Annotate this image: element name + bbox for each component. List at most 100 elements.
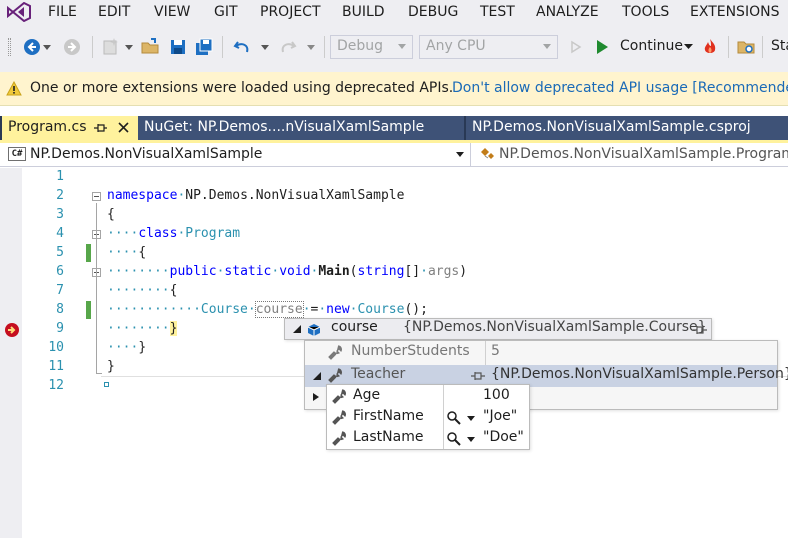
continue-label: Continue xyxy=(620,38,683,54)
whitespace-dot: · xyxy=(318,302,327,317)
chevron-down-icon xyxy=(543,44,551,49)
hot-reload-flame-icon[interactable] xyxy=(700,37,720,57)
continue-dropdown-icon[interactable] xyxy=(684,44,693,50)
datatip-row-lastname[interactable]: LastName "Doe" xyxy=(327,429,529,449)
tab-nuget[interactable]: NuGet: NP.Demos....nVisualXamlSample xyxy=(138,116,464,140)
line-number: 10 xyxy=(48,340,64,355)
save-icon[interactable] xyxy=(168,37,188,57)
datatip-value[interactable]: {NP.Demos.NonVisualXamlSample.Person} xyxy=(491,366,788,386)
redo-dropdown-icon[interactable] xyxy=(306,37,316,57)
tab-program-cs[interactable]: Program.cs xyxy=(2,116,138,140)
datatip-teacher-children[interactable]: Age 100 FirstName "Joe" LastName "Doe" xyxy=(326,384,530,450)
new-item-dropdown-icon[interactable] xyxy=(124,37,134,57)
code-line[interactable]: ········} xyxy=(107,321,178,336)
expanded-arrow-icon[interactable] xyxy=(293,325,301,333)
code-line[interactable]: ········{ xyxy=(107,283,177,298)
datatip-value[interactable]: {NP.Demos.NonVisualXamlSample.Course} xyxy=(403,319,707,339)
visual-studio-logo-icon[interactable] xyxy=(6,2,32,22)
code-line[interactable]: ····{ xyxy=(107,245,146,260)
pin-datatip-icon[interactable] xyxy=(693,325,707,335)
undo-dropdown-icon[interactable] xyxy=(260,37,270,57)
menu-analyze[interactable]: ANALYZE xyxy=(536,4,599,20)
datatip-row-age[interactable]: Age 100 xyxy=(327,387,529,407)
code-line[interactable]: namespace·NP.Demos.NonVisualXamlSample xyxy=(107,188,404,203)
undo-icon[interactable] xyxy=(232,37,252,57)
navigate-back-icon[interactable] xyxy=(22,37,42,57)
breakpoint-current-statement-icon[interactable] xyxy=(4,322,20,338)
brace: } xyxy=(138,340,147,355)
type-name: Course xyxy=(200,302,248,317)
datatip-row-firstname[interactable]: FirstName "Joe" xyxy=(327,408,529,428)
menu-extensions[interactable]: EXTENSIONS xyxy=(690,4,779,20)
toolbar-grip[interactable] xyxy=(8,38,11,56)
class-icon xyxy=(481,148,494,159)
visualizer-dropdown-icon[interactable] xyxy=(467,416,475,421)
property-wrench-icon xyxy=(332,431,346,446)
new-item-icon[interactable] xyxy=(100,37,120,57)
back-dropdown-icon[interactable] xyxy=(42,37,52,57)
menu-git[interactable]: GIT xyxy=(214,4,238,20)
menu-file[interactable]: FILE xyxy=(48,4,77,20)
expanded-arrow-icon[interactable] xyxy=(313,372,321,380)
continue-button[interactable]: Continue xyxy=(592,36,698,58)
collapse-namespace-icon[interactable] xyxy=(92,192,101,201)
menu-edit[interactable]: EDIT xyxy=(98,4,130,20)
solution-platform-select[interactable]: Any CPU xyxy=(419,35,558,59)
start-without-debugging-icon[interactable] xyxy=(566,37,586,57)
magnifier-visualizer-icon[interactable] xyxy=(447,432,461,446)
paren: ( xyxy=(349,264,358,279)
method-name: Main xyxy=(318,264,350,279)
save-all-icon[interactable] xyxy=(194,37,214,57)
menu-tools[interactable]: TOOLS xyxy=(622,4,669,20)
visualizer-dropdown-icon[interactable] xyxy=(467,437,475,442)
brace: } xyxy=(107,359,115,374)
hovered-variable[interactable]: course xyxy=(254,301,304,318)
keyword: class xyxy=(138,226,178,241)
pin-tab-icon[interactable] xyxy=(94,123,107,133)
code-line[interactable]: { xyxy=(107,207,115,222)
line-number: 3 xyxy=(56,207,64,222)
solution-configuration-select[interactable]: Debug xyxy=(330,35,413,59)
toolbar-separator xyxy=(324,36,325,58)
toolbar-separator xyxy=(762,36,763,58)
code-line[interactable]: } xyxy=(107,359,115,374)
datatip-value[interactable]: 5 xyxy=(491,343,500,363)
menu-test[interactable]: TEST xyxy=(480,4,515,20)
pin-datatip-icon[interactable] xyxy=(471,371,485,381)
collapsed-arrow-icon[interactable] xyxy=(313,393,319,401)
code-line[interactable]: ········public·static·void·Main(string[]… xyxy=(107,264,467,279)
datatip-row-numberstudents[interactable]: NumberStudents 5 xyxy=(305,341,777,364)
project-dropdown[interactable]: C# NP.Demos.NonVisualXamlSample xyxy=(0,143,470,166)
toolbar-truncated-item[interactable]: Sta xyxy=(771,38,788,54)
code-line[interactable]: ············Course·course·=·new·Course()… xyxy=(107,301,428,318)
tab-csproj[interactable]: NP.Demos.NonVisualXamlSample.csproj xyxy=(466,116,788,140)
info-bar-link[interactable]: Don't allow deprecated API usage [Recomm… xyxy=(452,80,788,96)
magnifier-visualizer-icon[interactable] xyxy=(447,411,461,425)
solution-explorer-folder-icon[interactable] xyxy=(736,37,756,57)
end-of-file-marker xyxy=(104,382,109,387)
datatip-value[interactable]: 100 xyxy=(483,387,510,407)
property-wrench-icon xyxy=(328,345,342,360)
code-line[interactable]: ····class·Program xyxy=(107,226,240,241)
navigate-forward-icon[interactable] xyxy=(62,37,82,57)
menu-debug[interactable]: DEBUG xyxy=(408,4,458,20)
datatip-value[interactable]: "Doe" xyxy=(483,429,524,449)
keyword: string xyxy=(357,264,405,279)
menu-view[interactable]: VIEW xyxy=(154,4,190,20)
info-bar-message: One or more extensions were loaded using… xyxy=(30,80,454,96)
redo-icon[interactable] xyxy=(278,37,298,57)
member-dropdown[interactable]: NP.Demos.NonVisualXamlSample.Program xyxy=(470,143,788,166)
close-tab-icon[interactable] xyxy=(118,122,129,133)
code-editor[interactable]: 1 2 3 4 5 6 7 8 9 10 11 12 namespace·NP.… xyxy=(0,168,788,538)
solution-platform-value: Any CPU xyxy=(426,38,486,54)
menu-build[interactable]: BUILD xyxy=(342,4,385,20)
open-folder-icon[interactable] xyxy=(140,37,160,57)
datatip-course[interactable]: course {NP.Demos.NonVisualXamlSample.Cou… xyxy=(284,318,712,340)
indicator-margin[interactable] xyxy=(0,168,22,538)
datatip-value[interactable]: "Joe" xyxy=(483,408,517,428)
menu-project[interactable]: PROJECT xyxy=(260,4,321,20)
code-line[interactable]: ····} xyxy=(107,340,146,355)
line-number: 2 xyxy=(56,188,64,203)
keyword: new xyxy=(326,302,350,317)
csharp-project-icon: C# xyxy=(8,147,26,161)
